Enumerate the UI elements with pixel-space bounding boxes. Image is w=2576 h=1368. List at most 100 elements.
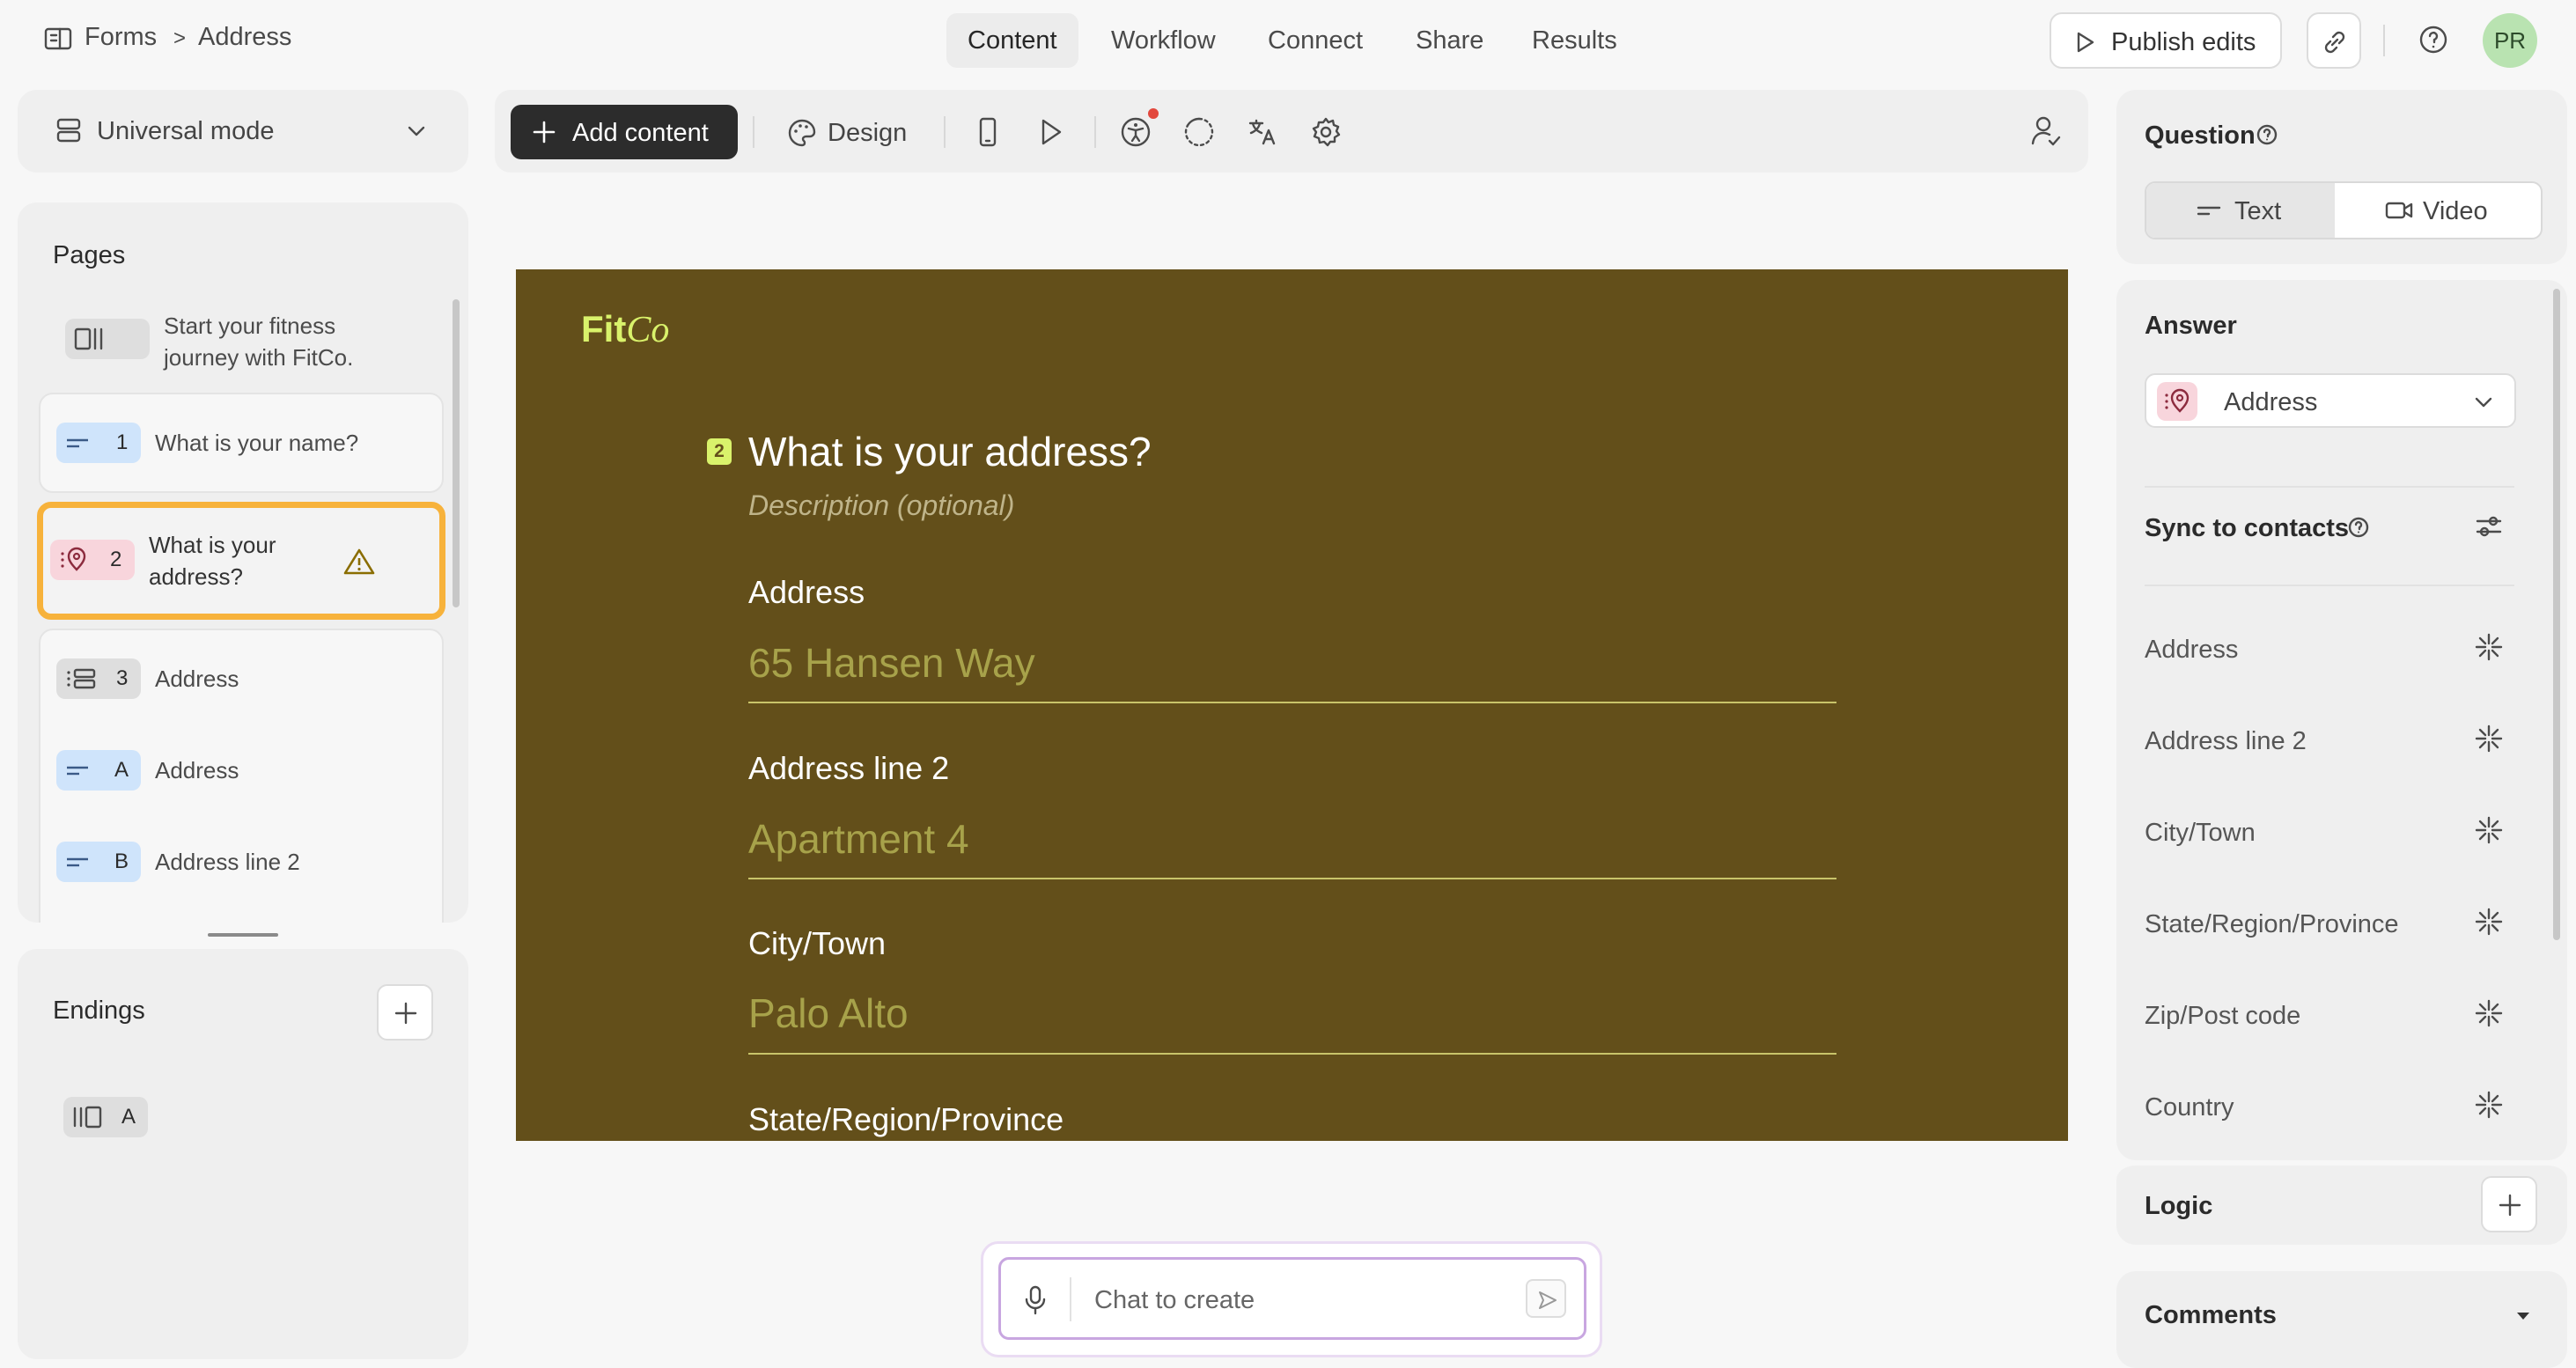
logic-title: Logic (2145, 1192, 2213, 1220)
translate-icon[interactable] (1247, 116, 1278, 148)
chip-letter: B (114, 849, 129, 873)
help-icon[interactable] (2418, 25, 2448, 55)
page-item-3-group[interactable]: 3 Address A Address B Address line 2 (39, 629, 444, 923)
accessibility-icon[interactable] (1120, 116, 1152, 148)
pages-panel: Pages Start your fitness journey with Fi… (18, 202, 468, 923)
design-button[interactable]: Design (784, 111, 916, 153)
publish-edits-button[interactable]: Publish edits (2050, 12, 2282, 69)
plus-icon (394, 1001, 418, 1026)
comments-section[interactable]: Comments (2116, 1271, 2567, 1368)
settings-gear-icon[interactable] (1310, 116, 1342, 148)
microphone-icon[interactable] (1022, 1284, 1049, 1316)
chevron-down-icon (2472, 393, 2495, 412)
field-label: Address (748, 574, 865, 610)
ending-item-a[interactable]: A (63, 1097, 148, 1137)
field-label: Address line 2 (748, 750, 950, 786)
page-item-welcome[interactable]: Start your fitness journey with FitCo. (39, 298, 444, 386)
field-underline (748, 878, 1836, 879)
preview-play-icon[interactable] (1035, 116, 1065, 148)
sliders-icon[interactable] (2474, 512, 2504, 541)
toggle-text[interactable]: Text (2146, 183, 2335, 238)
answer-scrollbar[interactable] (2553, 289, 2560, 940)
breadcrumb-current: Address (198, 23, 292, 51)
answer-type-select[interactable]: Address (2145, 373, 2516, 428)
answer-section: Answer Address Sync to contacts Address … (2116, 280, 2567, 1160)
tab-share[interactable]: Share (1395, 13, 1505, 68)
tab-connect[interactable]: Connect (1247, 13, 1384, 68)
page-item-1[interactable]: 1 What is your name? (39, 393, 444, 493)
copy-link-button[interactable] (2307, 12, 2361, 69)
sparkle-icon[interactable] (2474, 998, 2504, 1028)
page-item-2-selected[interactable]: 2 What is your address? (37, 502, 445, 620)
page-item-label: What is your address? (149, 532, 276, 590)
add-logic-button[interactable] (2481, 1176, 2537, 1232)
question-number-badge: 2 (707, 438, 732, 465)
city-field[interactable]: Palo Alto (748, 989, 909, 1037)
divider (2145, 585, 2514, 586)
page-item-label[interactable]: Address (155, 757, 239, 784)
tab-results[interactable]: Results (1511, 13, 1638, 68)
sync-field-label: Zip/Post code (2145, 1002, 2301, 1030)
panel-resize-handle[interactable] (208, 933, 278, 937)
avatar[interactable]: PR (2483, 13, 2537, 68)
mode-select-label: Universal mode (97, 117, 275, 145)
sparkle-icon[interactable] (2474, 907, 2504, 937)
question-description[interactable]: Description (optional) (748, 489, 1014, 522)
field-label: State/Region/Province (748, 1101, 1064, 1137)
address-chip: 2 (50, 540, 135, 580)
mode-select[interactable]: Universal mode (18, 90, 468, 173)
tab-workflow[interactable]: Workflow (1090, 13, 1237, 68)
form-preview-canvas[interactable]: FitCo 2 What is your address? Descriptio… (516, 269, 2068, 1141)
divider (1094, 116, 1096, 148)
add-content-button[interactable]: Add content (511, 105, 738, 159)
tab-content[interactable]: Content (946, 13, 1078, 68)
mobile-preview-icon[interactable] (975, 116, 1000, 148)
comments-title: Comments (2145, 1301, 2277, 1329)
sparkle-icon[interactable] (2474, 1090, 2504, 1120)
loading-icon[interactable] (1183, 116, 1215, 148)
caret-down-icon (2514, 1310, 2532, 1322)
notification-dot (1148, 108, 1159, 119)
address-field[interactable]: 65 Hansen Way (748, 639, 1035, 687)
brand-logo: FitCo (581, 308, 669, 351)
plus-icon (2498, 1193, 2522, 1217)
video-camera-icon (2384, 199, 2414, 222)
sparkle-icon[interactable] (2474, 815, 2504, 845)
palette-icon (787, 118, 817, 148)
audience-icon[interactable] (2030, 114, 2062, 148)
sync-contacts-title: Sync to contacts (2145, 514, 2350, 542)
field-underline (748, 702, 1836, 703)
sync-field-label: Country (2145, 1093, 2234, 1122)
text-lines-icon (2196, 201, 2222, 220)
page-item-label[interactable]: Address line 2 (155, 849, 300, 876)
add-ending-button[interactable] (377, 984, 433, 1041)
breadcrumb-separator: > (173, 26, 187, 50)
sparkle-icon[interactable] (2474, 724, 2504, 754)
toggle-text-label: Text (2234, 197, 2282, 225)
chat-input-box[interactable]: Chat to create (998, 1257, 1586, 1340)
toggle-video[interactable]: Video (2335, 183, 2541, 238)
add-content-label: Add content (572, 119, 709, 147)
field-label: City/Town (748, 925, 887, 961)
pages-scrollbar[interactable] (453, 299, 460, 607)
warning-icon[interactable] (342, 547, 376, 577)
publish-label: Publish edits (2111, 28, 2256, 56)
brand-prefix: Fit (581, 308, 627, 349)
breadcrumb-root[interactable]: Forms (85, 23, 157, 52)
sub-field-chip-b: B (56, 842, 141, 882)
logic-section: Logic (2116, 1160, 2567, 1245)
question-title[interactable]: What is your address? (748, 428, 1152, 475)
page-item-label: Start your fitness journey with FitCo. (164, 313, 354, 371)
chip-letter: A (121, 1105, 136, 1129)
chip-number: 1 (116, 430, 129, 454)
design-label: Design (828, 119, 908, 147)
forms-icon[interactable] (44, 26, 72, 51)
brand-suffix: Co (626, 310, 670, 350)
sparkle-icon[interactable] (2474, 632, 2504, 662)
sync-field-label: Address line 2 (2145, 727, 2307, 755)
question-section: Question Text Video (2116, 90, 2567, 264)
send-button[interactable] (1526, 1279, 1566, 1318)
help-circle-icon[interactable] (2347, 516, 2370, 539)
address-line-2-field[interactable]: Apartment 4 (748, 815, 969, 863)
help-circle-icon[interactable] (2256, 123, 2278, 146)
